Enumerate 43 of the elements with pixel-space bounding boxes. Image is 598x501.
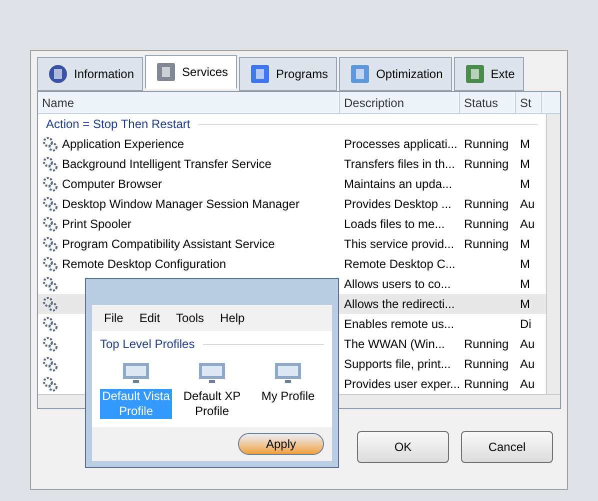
table-cell: M <box>520 177 530 191</box>
table-cell: Processes applicati... <box>344 137 458 151</box>
table-cell: Au <box>520 197 535 211</box>
table-cell: Running <box>464 157 509 171</box>
table-cell-text: Print Spooler <box>62 216 132 233</box>
table-cell: Maintains an upda... <box>344 177 452 191</box>
table-cell-text: Computer Browser <box>62 176 162 193</box>
table-cell: This service provid... <box>344 237 454 251</box>
table-cell: Transfers files in th... <box>344 157 455 171</box>
table-cell-text: Remote Desktop Configuration <box>62 256 226 273</box>
table-cell: Au <box>520 217 535 231</box>
table-cell: Au <box>520 357 535 371</box>
table-cell: Supports file, print... <box>344 357 451 371</box>
table-cell: Au <box>520 337 535 351</box>
table-cell: The WWAN (Win... <box>344 337 445 351</box>
table-cell: Remote Desktop C... <box>344 257 456 271</box>
table-cell: Running <box>464 337 509 351</box>
table-cell: Provides Desktop ... <box>344 197 452 211</box>
table-cell: Running <box>464 217 509 231</box>
table-cell: M <box>520 257 530 271</box>
group-header: Top Level Profiles <box>100 336 195 353</box>
table-cell: M <box>520 157 530 171</box>
table-cell-text: Program Compatibility Assistant Service <box>62 236 275 253</box>
table-cell: M <box>520 277 530 291</box>
table-cell-text: Desktop Window Manager Session Manager <box>62 196 300 213</box>
table-cell: Loads files to me... <box>344 217 445 231</box>
table-cell: Running <box>464 357 509 371</box>
table-cell: Running <box>464 237 509 251</box>
table-cell-text: Application Experience <box>62 136 184 153</box>
table-cell: M <box>520 137 530 151</box>
table-cell: Provides user exper... <box>344 377 460 391</box>
table-cell: M <box>520 297 530 311</box>
table-cell: Running <box>464 377 509 391</box>
table-cell: Allows users to co... <box>344 277 451 291</box>
table-cell: Allows the redirecti... <box>344 297 455 311</box>
table-cell-text: Background Intelligent Transfer Service <box>62 156 272 173</box>
group-header: Action = Stop Then Restart <box>46 116 190 133</box>
table-cell: Au <box>520 377 535 391</box>
table-cell: M <box>520 237 530 251</box>
table-cell: Running <box>464 137 509 151</box>
table-cell: Running <box>464 197 509 211</box>
table-cell: Di <box>520 317 532 331</box>
table-cell: Enables remote us... <box>344 317 454 331</box>
